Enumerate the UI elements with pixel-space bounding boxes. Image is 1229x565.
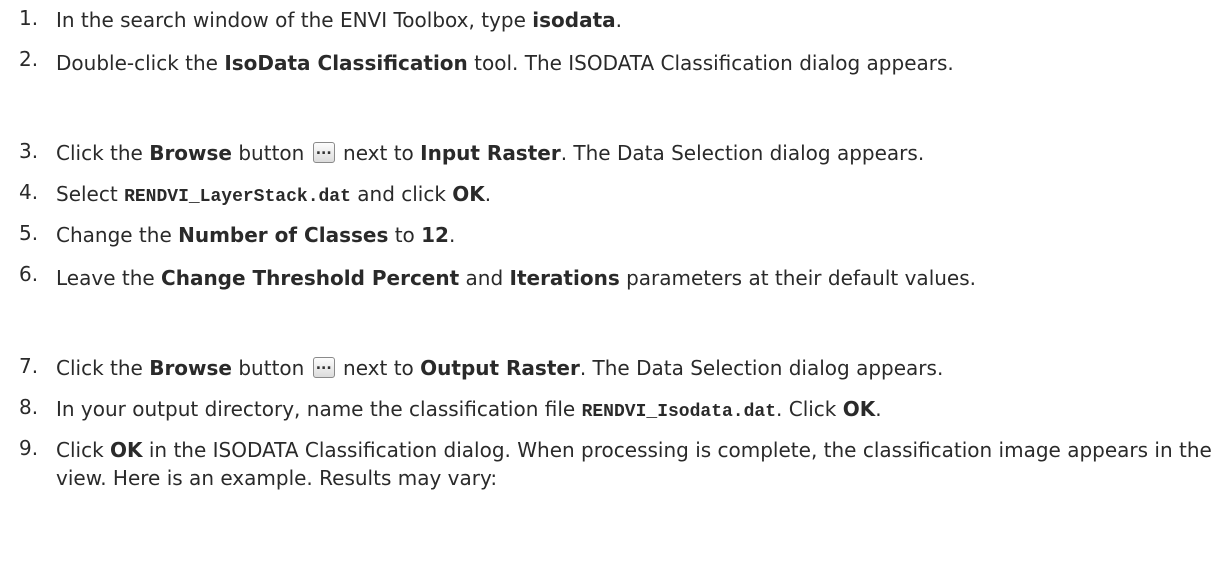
search-term: isodata: [532, 8, 616, 32]
step-text: Leave the Change Threshold Percent and I…: [56, 266, 977, 290]
step-number: 4.: [19, 180, 39, 204]
step-number: 2.: [19, 47, 39, 71]
step-number: 5.: [19, 221, 39, 245]
ellipsis-browse-icon: [312, 136, 335, 164]
step-text: Click OK in the ISODATA Classification d…: [56, 438, 1212, 490]
step-number: 1.: [19, 6, 39, 30]
file-name: RENDVI_Isodata.dat: [581, 402, 777, 422]
step-8: 8. In your output directory, name the cl…: [0, 395, 1229, 426]
step-number: 6.: [19, 262, 39, 286]
step-text: Click the Browse button next to Output R…: [56, 351, 1229, 382]
step-text: Double-click the IsoData Classification …: [56, 51, 954, 75]
step-number: 7.: [19, 354, 39, 378]
step-number: 8.: [19, 395, 39, 419]
step-text: Click the Browse button next to Input Ra…: [56, 136, 1229, 167]
step-6: 6. Leave the Change Threshold Percent an…: [0, 262, 1229, 294]
step-4: 4. Select RENDVI_LayerStack.dat and clic…: [0, 180, 1229, 211]
step-text: Change the Number of Classes to 12.: [56, 223, 456, 247]
step-text: In the search window of the ENVI Toolbox…: [56, 8, 622, 32]
step-1: 1. In the search window of the ENVI Tool…: [0, 6, 1229, 34]
step-2: 2. Double-click the IsoData Classificati…: [0, 47, 1229, 79]
ellipsis-browse-icon: [312, 351, 335, 379]
step-9: 9. Click OK in the ISODATA Classificatio…: [0, 436, 1229, 492]
step-7: 7. Click the Browse button next to Outpu…: [0, 351, 1229, 382]
step-5: 5. Change the Number of Classes to 12.: [0, 221, 1229, 249]
step-text: In your output directory, name the class…: [56, 397, 882, 422]
step-text: Select RENDVI_LayerStack.dat and click O…: [56, 182, 492, 207]
step-number: 9.: [19, 436, 39, 460]
step-number: 3.: [19, 139, 39, 163]
tool-name: IsoData Classification: [224, 51, 468, 75]
step-3: 3. Click the Browse button next to Input…: [0, 136, 1229, 167]
file-name: RENDVI_LayerStack.dat: [124, 187, 351, 207]
